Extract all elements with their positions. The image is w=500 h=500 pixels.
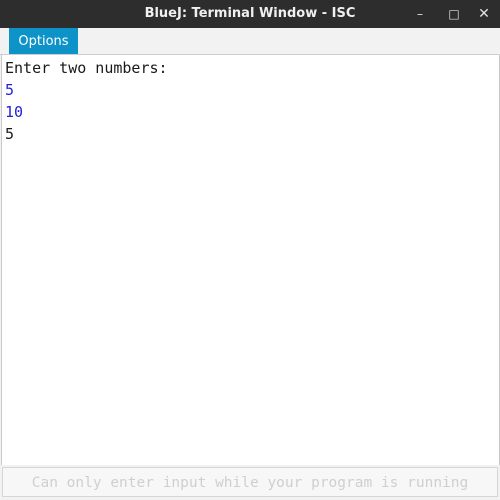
- terminal-output[interactable]: Enter two numbers: 5 10 5: [1, 55, 500, 465]
- menu-bar: Options: [0, 28, 500, 55]
- minimize-icon[interactable]: –: [404, 0, 436, 28]
- maximize-icon[interactable]: □: [438, 0, 470, 28]
- input-line: 10: [5, 103, 24, 121]
- options-menu[interactable]: Options: [9, 28, 78, 54]
- input-placeholder: Can only enter input while your program …: [31, 475, 469, 491]
- input-line: 5: [5, 81, 15, 99]
- terminal-window: BlueJ: Terminal Window - ISC – □ ✕ Optio…: [0, 0, 500, 500]
- output-line: 5: [5, 125, 15, 143]
- close-icon[interactable]: ✕: [468, 0, 500, 28]
- input-field[interactable]: Can only enter input while your program …: [2, 467, 498, 497]
- title-bar[interactable]: BlueJ: Terminal Window - ISC – □ ✕: [0, 0, 500, 28]
- output-line: Enter two numbers:: [5, 59, 168, 77]
